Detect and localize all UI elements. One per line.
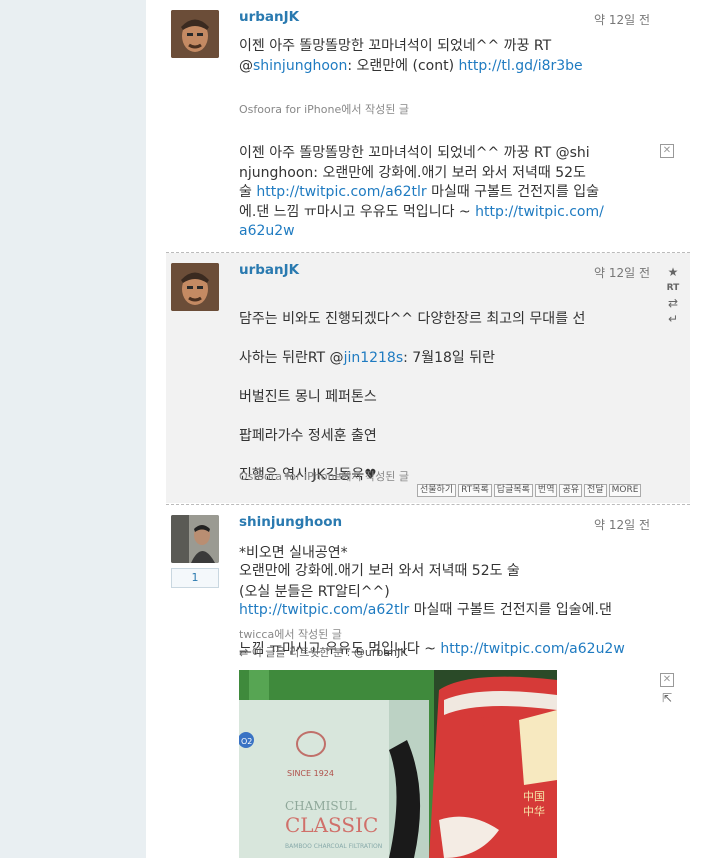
url-link[interactable]: http://twitpic.com/a62tlr	[239, 602, 409, 618]
share-button[interactable]: 공유	[559, 484, 583, 497]
tweet-time: 약 12일 전	[593, 518, 650, 532]
timeline: urbanJK 약 12일 전 이젠 아주 똘망똘망한 꼬마녀석이 되었네^^ …	[146, 0, 702, 858]
tweet-line: 팝페라가수 정세훈 출연	[239, 427, 377, 444]
url-link[interactable]: http://twitpic.com/	[475, 204, 604, 220]
photo-label-bamboo: BAMBOO CHARCOAL FILTRATION	[285, 843, 382, 850]
tweet-username[interactable]: urbanJK	[239, 9, 299, 25]
quote-text-part: 술	[239, 184, 257, 200]
tweet-source[interactable]: twicca에서 작성된 글	[239, 626, 342, 642]
mention-link[interactable]: njunghoon	[239, 165, 313, 181]
photo-label-classic: CLASSIC	[285, 813, 378, 837]
mention-link[interactable]: jin1218s	[344, 350, 404, 366]
photo-label-chamisul: CHAMISUL	[285, 799, 357, 813]
retweet-count[interactable]: 1	[171, 568, 219, 588]
tweet-source[interactable]: Osfoora for iPhone에서 작성된 글	[239, 468, 409, 484]
photo-label-cn1: 中国	[523, 790, 545, 803]
tweet-text-part: : 오랜만에 (cont)	[347, 57, 459, 74]
tweet-item: 1 shinjunghoon 약 12일 전 오랜만에 강화에.애기 보러 와서…	[166, 505, 690, 858]
tweet-line: 오랜만에 강화에.애기 보러 와서 저녁때 52도 술	[239, 562, 520, 579]
avatar[interactable]	[171, 515, 219, 563]
tweet-line: 버벌진트 몽니 페퍼톤스	[239, 388, 377, 405]
reply-list-button[interactable]: 답글목록	[493, 484, 533, 497]
url-link[interactable]: http://twitpic.com/a62u2w	[440, 641, 624, 657]
quote-text-part: 마실때 구볼트 건전지를 입술	[426, 184, 599, 200]
quote-line: njunghoon: 오랜만에 강화에.애기 보러 와서 저녁때 52도	[239, 164, 639, 184]
mention-link[interactable]: shinjunghoon	[253, 58, 347, 74]
photo-label-zhu: 注册	[459, 710, 495, 731]
quote-text-part: 이젠 아주 똘망똘망한 꼬마녀석이 되었네^^ 까꿍 RT @shi	[239, 145, 590, 161]
quote-line: 에.댄 느낌 ㅠ마시고 우유도 먹입니다 ~ http://twitpic.co…	[239, 203, 639, 223]
retweet-small-icon: ⇄	[239, 646, 249, 659]
quote-text-part: : 오랜만에 강화에.애기 보러 와서 저녁때 52도	[313, 164, 586, 181]
tweet-action-bar: 선물하기 RT목록 답글목록 번역 공유 전달 MORE	[417, 484, 642, 497]
tweet-time: 약 12일 전	[593, 266, 650, 280]
retweeted-by-label: 이 글을 리트윗한 분 :	[251, 646, 354, 659]
bottles-photo: SINCE 1924 CHAMISUL CLASSIC BAMBOO CHARC…	[239, 670, 557, 858]
tweet-source[interactable]: Osfoora for iPhone에서 작성된 글	[239, 101, 409, 117]
url-link[interactable]: http://tl.gd/i8r3be	[458, 58, 582, 74]
gift-button[interactable]: 선물하기	[417, 484, 457, 497]
avatar[interactable]	[171, 263, 219, 311]
tweet-text-part: : 7월18일 뒤란	[403, 349, 495, 366]
translate-button[interactable]: 번역	[534, 484, 558, 497]
url-link[interactable]: a62u2w	[239, 223, 295, 239]
retweeted-by: ⇄ 이 글을 리트윗한 분 : @urbanJK	[239, 644, 408, 660]
more-button[interactable]: MORE	[608, 484, 642, 497]
close-icon[interactable]: ✕	[660, 673, 674, 687]
retweeted-by-user[interactable]: @urbanJK	[354, 646, 408, 659]
quote-text-part: 에.댄 느낌 ㅠ마시고 우유도 먹입니다 ~	[239, 203, 476, 220]
tweet-line: http://twitpic.com/a62tlr 마실때 구볼트 건전지를 입…	[239, 601, 669, 621]
photo-label-since: SINCE 1924	[287, 769, 334, 778]
tweet-photo[interactable]: SINCE 1924 CHAMISUL CLASSIC BAMBOO CHARC…	[239, 670, 557, 858]
tweet-item-selected: urbanJK 약 12일 전 담주는 비와도 진행되겠다^^ 다양한장르 최고…	[166, 253, 690, 600]
retweet-icon[interactable]: ⇄	[666, 296, 680, 310]
quote-line: 이젠 아주 똘망똘망한 꼬마녀석이 되었네^^ 까꿍 RT @shi	[239, 144, 639, 164]
close-icon[interactable]: ✕	[660, 144, 674, 158]
tweet-time: 약 12일 전	[593, 13, 650, 27]
quote-line: a62u2w	[239, 222, 639, 242]
star-icon[interactable]: ★	[666, 265, 680, 279]
tweet-line: 담주는 비와도 진행되겠다^^ 다양한장르 최고의 무대를 선	[239, 310, 586, 327]
quoted-tweet-text: 이젠 아주 똘망똘망한 꼬마녀석이 되었네^^ 까꿍 RT @shi njung…	[239, 144, 639, 242]
url-link[interactable]: http://twitpic.com/a62tlr	[256, 184, 426, 200]
tweet-text-part: 사하는 뒤란RT @	[239, 349, 344, 366]
avatar[interactable]	[171, 10, 219, 58]
tweet-line: 사하는 뒤란RT @jin1218s: 7월18일 뒤란	[239, 349, 639, 369]
photo-label-o2: O2	[241, 737, 252, 746]
tweet-text: 이젠 아주 똘망똘망한 꼬마녀석이 되었네^^ 까꿍 RT @shinjungh…	[239, 37, 651, 76]
quote-line: 술 http://twitpic.com/a62tlr 마실때 구볼트 건전지를…	[239, 183, 639, 203]
tweet-text-part: 마실때 구볼트 건전지를 입술에.댄	[409, 601, 612, 618]
tweet-username[interactable]: urbanJK	[239, 262, 299, 278]
photo-label-cn2: 中华	[523, 804, 545, 818]
reply-icon[interactable]: ↵	[666, 312, 680, 326]
share-icon[interactable]: ⇱	[660, 691, 674, 705]
rt-label-icon[interactable]: RT	[666, 283, 680, 293]
left-panel	[0, 0, 146, 858]
tweet-username[interactable]: shinjunghoon	[239, 514, 342, 530]
tweet-item: urbanJK 약 12일 전 이젠 아주 똘망똘망한 꼬마녀석이 되었네^^ …	[166, 0, 690, 250]
rt-list-button[interactable]: RT목록	[458, 484, 492, 497]
forward-button[interactable]: 전달	[584, 484, 607, 497]
